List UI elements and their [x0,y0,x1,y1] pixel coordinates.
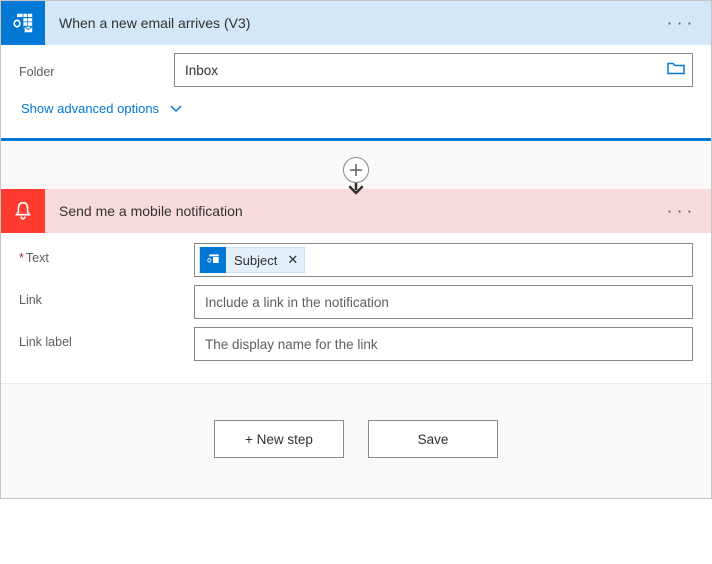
folder-input[interactable] [174,53,693,87]
link-input[interactable] [194,285,693,319]
action-title: Send me a mobile notification [45,203,662,219]
more-icon[interactable]: · · · [662,204,699,219]
new-step-button[interactable]: + New step [214,420,344,458]
connector [1,141,711,189]
arrow-down-icon [347,181,365,198]
link-field-label: Link [19,285,194,307]
more-icon[interactable]: · · · [662,16,699,31]
text-token-input[interactable]: Subject ✕ [194,243,693,277]
trigger-header[interactable]: When a new email arrives (V3) · · · [1,1,711,45]
trigger-card: When a new email arrives (V3) · · · Fold… [1,1,711,141]
link-display-label: Link label [19,327,194,349]
show-advanced-label: Show advanced options [21,101,159,116]
outlook-icon [1,1,45,45]
save-button[interactable]: Save [368,420,498,458]
chevron-down-icon [169,102,183,116]
folder-label: Folder [19,61,174,79]
trigger-title: When a new email arrives (V3) [45,15,662,31]
footer: + New step Save [1,383,711,498]
text-field-label: *Text [19,243,194,265]
link-display-input[interactable] [194,327,693,361]
remove-token-icon[interactable]: ✕ [287,252,298,268]
subject-token[interactable]: Subject ✕ [199,247,305,273]
action-card: Send me a mobile notification · · · *Tex… [1,189,711,383]
add-step-button[interactable] [343,157,369,183]
bell-icon [1,189,45,233]
folder-picker-icon[interactable] [667,62,685,79]
subject-token-label: Subject [234,253,277,268]
outlook-token-icon [200,247,226,273]
show-advanced-link[interactable]: Show advanced options [19,91,185,132]
